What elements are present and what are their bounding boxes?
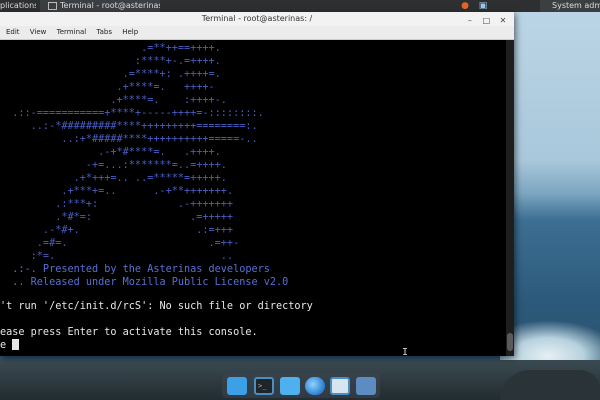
ascii-art-line: .-+*#****=. .++++. (98, 147, 221, 158)
files-icon[interactable] (227, 377, 247, 395)
scrollbar-thumb[interactable] (507, 333, 513, 351)
ascii-art-line: .=**++==++++. (141, 43, 221, 54)
menu-terminal[interactable]: Terminal (53, 26, 91, 39)
ascii-art-line: :****+-.=++++. (134, 56, 221, 67)
ascii-art-line: .=#=. .=++- (36, 238, 240, 249)
ascii-art-line: :*=. .. (30, 251, 234, 262)
ascii-art-line: .-*#+. .:=+++ (42, 225, 234, 236)
ascii-art-line: .+****=. ++++- (116, 82, 215, 93)
menu-view[interactable]: View (26, 26, 51, 39)
console-messages: 't run '/etc/init.d/rcS': No such file o… (0, 300, 313, 352)
window-titlebar[interactable]: Terminal - root@asterinas: / – □ ✕ (0, 12, 514, 26)
ascii-art-line: .+***+=.. .-+**+++++++. (61, 186, 234, 197)
taskbar-terminal-button[interactable]: Terminal - root@asterinas (40, 0, 160, 12)
tray-firefox-icon[interactable]: ● (458, 0, 472, 12)
wallpaper-rock (500, 370, 600, 400)
menu-bar: Edit View Terminal Tabs Help (0, 26, 514, 40)
asterinas-ascii-art: .=**++==++++. :****+-.=++++. .=****+: .+… (0, 42, 288, 289)
ascii-art-line: .::-===========+****+-----++++=-::::::::… (12, 108, 264, 119)
menu-help[interactable]: Help (118, 26, 142, 39)
close-button[interactable]: ✕ (498, 16, 508, 26)
input-line: e (0, 340, 13, 351)
ascii-art-line: ..:+*#####****++++++++++=====-.. (61, 134, 258, 145)
system-menu[interactable]: System admin (540, 0, 600, 12)
documents-icon[interactable] (280, 377, 300, 395)
dock: >_ (222, 374, 380, 398)
applications-menu[interactable]: plications (0, 0, 36, 12)
credits-line: .. Released under Mozilla Public License… (12, 277, 289, 288)
minimize-button[interactable]: – (465, 16, 475, 26)
ascii-art-line: .=****+: .++++=. (122, 69, 221, 80)
menu-tabs[interactable]: Tabs (92, 26, 116, 39)
search-icon[interactable] (330, 377, 350, 395)
mouse-ibeam-cursor-icon: I (402, 347, 409, 356)
window-controls: – □ ✕ (461, 14, 508, 26)
ascii-art-line: .:***+: .-+++++++ (55, 199, 234, 210)
ascii-art-line: .*#*=: .=+++++ (55, 212, 234, 223)
taskbar-terminal-label: Terminal - root@asterinas (60, 1, 160, 10)
error-line: 't run '/etc/init.d/rcS': No such file o… (0, 301, 313, 312)
terminal-scrollbar[interactable] (506, 40, 514, 356)
folder-icon[interactable] (356, 377, 376, 395)
ascii-art-line: ..:-*#########****+++++++++========:. (30, 121, 258, 132)
prompt-line: ease press Enter to activate this consol… (0, 327, 258, 338)
terminal-window-icon (48, 1, 57, 10)
terminal-icon[interactable]: >_ (254, 377, 274, 395)
credits-line: .:-. Presented by the Asterinas develope… (12, 264, 270, 275)
ascii-art-line: -+=...:*******=..=++++. (85, 160, 227, 171)
window-title: Terminal - root@asterinas: / (201, 14, 313, 23)
ascii-art-line: .+*+++=.. ..=*****=+++++. (73, 173, 227, 184)
ascii-art-line: .+****=. :++++-. (110, 95, 227, 106)
menu-edit[interactable]: Edit (0, 26, 24, 39)
maximize-button[interactable]: □ (481, 16, 491, 26)
text-cursor (12, 339, 20, 350)
browser-icon[interactable] (305, 377, 325, 395)
top-panel: plications Terminal - root@asterinas ● ▣… (0, 0, 600, 12)
terminal-window: Terminal - root@asterinas: / – □ ✕ Edit … (0, 12, 514, 356)
tray-network-icon[interactable]: ▣ (476, 0, 490, 12)
terminal-output[interactable]: .=**++==++++. :****+-.=++++. .=****+: .+… (0, 40, 506, 356)
